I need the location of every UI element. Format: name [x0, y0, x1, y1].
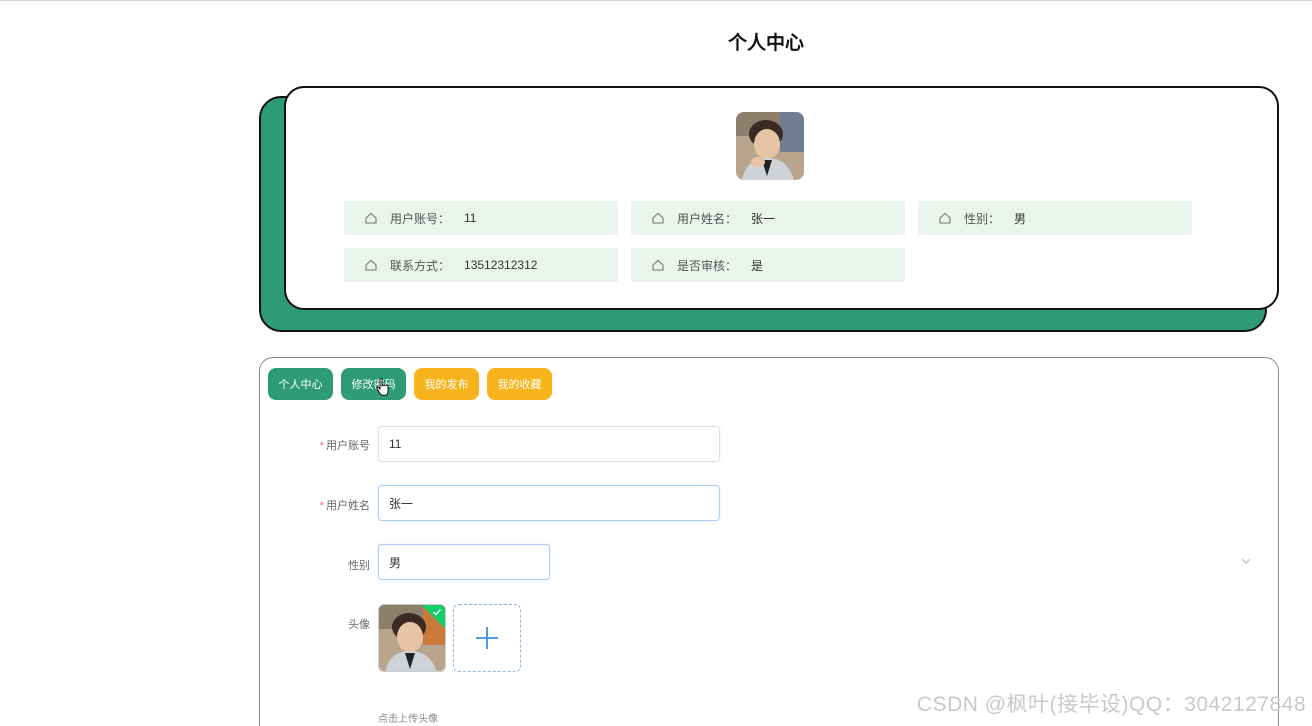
home-icon — [365, 212, 377, 224]
home-icon — [652, 259, 664, 271]
watermark: CSDN @枫叶(接毕设)QQ：3042127848 — [916, 693, 1306, 716]
profile-field-value: 男 — [1014, 211, 1027, 226]
name-input[interactable]: 张一 — [378, 485, 720, 521]
profile-field-name: 用户姓名： 张一 — [631, 201, 905, 235]
profile-field-label: 性别： — [964, 211, 1001, 226]
check-icon — [433, 609, 442, 616]
profile-field-value: 11 — [464, 211, 477, 225]
home-icon — [939, 212, 951, 224]
avatar-upload-hint: 点击上传头像 — [378, 714, 438, 725]
tab-change-password[interactable]: 修改密码 — [341, 368, 406, 400]
tab-profile[interactable]: 个人中心 — [268, 368, 333, 400]
required-mark: * — [319, 500, 324, 512]
home-icon — [365, 259, 377, 271]
profile-field-label: 用户账号： — [390, 211, 451, 226]
page-title: 个人中心 — [727, 33, 804, 54]
top-divider — [0, 0, 1312, 1]
profile-avatar — [736, 112, 804, 180]
tab-my-posts[interactable]: 我的发布 — [414, 368, 479, 400]
chevron-down-icon[interactable] — [1240, 555, 1252, 567]
profile-field-label: 是否审核： — [677, 258, 738, 273]
hand-cursor-icon — [376, 377, 389, 397]
profile-field-value: 张一 — [751, 211, 776, 226]
avatar-upload-button[interactable] — [453, 604, 521, 672]
profile-field-label: 联系方式： — [390, 258, 451, 273]
gender-label: 性别 — [348, 560, 370, 572]
avatar-label: 头像 — [348, 619, 370, 631]
required-mark: * — [319, 440, 324, 452]
plus-icon — [476, 627, 498, 649]
profile-field-label: 用户姓名： — [677, 211, 738, 226]
gender-select[interactable]: 男 — [378, 544, 550, 580]
profile-field-gender: 性别： 男 — [918, 201, 1192, 235]
profile-field-value: 13512312312 — [464, 258, 538, 272]
account-label: * 用户账号 — [319, 440, 370, 452]
name-label: * 用户姓名 — [319, 500, 370, 512]
profile-card: 用户账号： 11 用户姓名： 张一 性别： 男 联系方式： 1351231231… — [284, 86, 1279, 310]
account-input[interactable]: 11 — [378, 426, 720, 462]
home-icon — [652, 212, 664, 224]
avatar-thumbnail[interactable] — [378, 604, 446, 672]
profile-field-phone: 联系方式： 13512312312 — [344, 248, 618, 282]
profile-field-value: 是 — [751, 258, 764, 273]
profile-field-review: 是否审核： 是 — [631, 248, 905, 282]
profile-field-account: 用户账号： 11 — [344, 201, 618, 235]
profile-form-panel: 个人中心 修改密码 我的发布 我的收藏 * 用户账号 11 * 用户姓名 张一 性别… — [259, 357, 1279, 726]
tab-my-favorites[interactable]: 我的收藏 — [487, 368, 552, 400]
